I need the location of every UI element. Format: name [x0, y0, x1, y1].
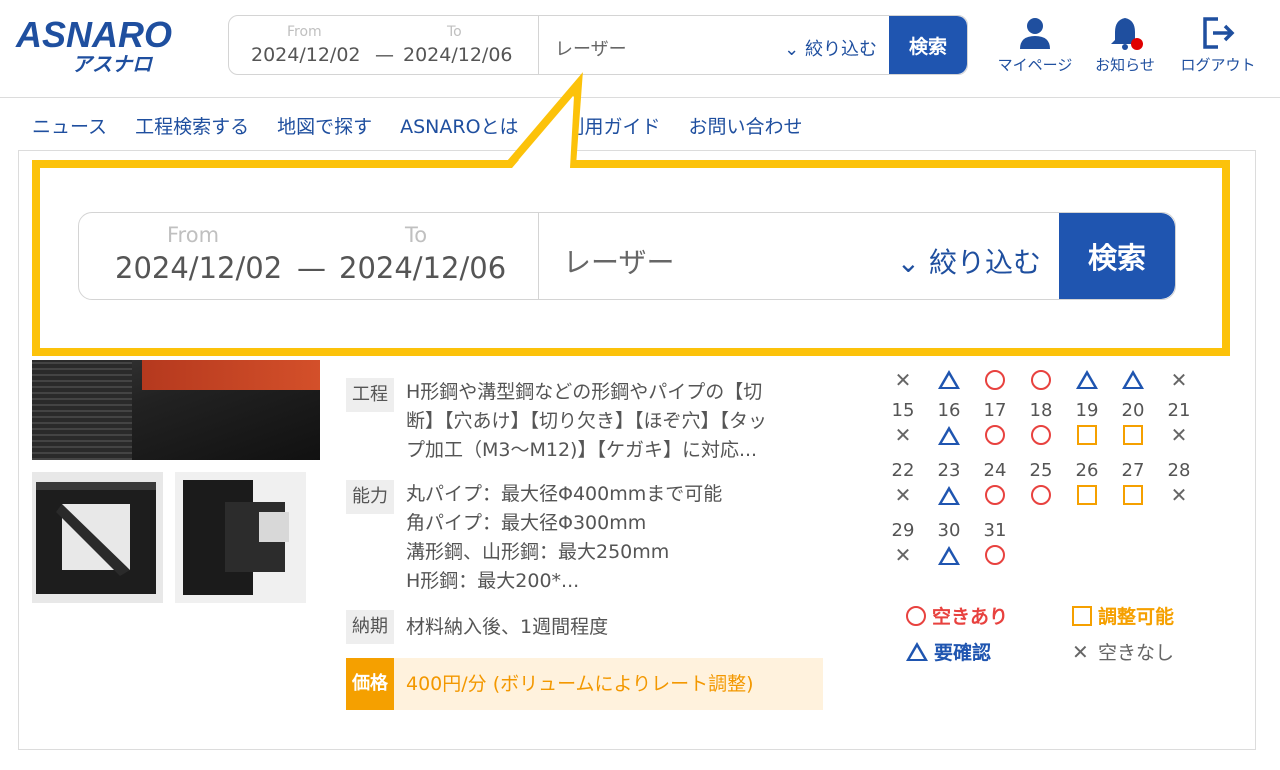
zoomed-search-button[interactable]: 検索	[1059, 213, 1175, 299]
zoomed-from-date[interactable]: 2024/12/02	[115, 251, 282, 285]
zoomed-filter-toggle[interactable]: ⌄ 絞り込む	[897, 241, 1041, 281]
chevron-down-icon: ⌄	[896, 246, 921, 279]
zoomed-to-date[interactable]: 2024/12/06	[339, 251, 506, 285]
zoomed-filter-label: 絞り込む	[928, 246, 1041, 279]
zoomed-date-separator: —	[297, 251, 326, 285]
callout-pointer-cover	[512, 96, 574, 168]
zoomed-to-label: To	[405, 223, 428, 247]
zoomed-search-bar: From To 2024/12/02 — 2024/12/06 レーザー ⌄ 絞…	[78, 212, 1176, 300]
zoomed-from-label: From	[167, 223, 220, 247]
zoomed-keyword-field[interactable]: レーザー ⌄ 絞り込む	[539, 213, 1059, 299]
zoomed-date-range[interactable]: From To 2024/12/02 — 2024/12/06	[79, 213, 539, 299]
zoomed-keyword-input[interactable]: レーザー	[563, 241, 674, 281]
